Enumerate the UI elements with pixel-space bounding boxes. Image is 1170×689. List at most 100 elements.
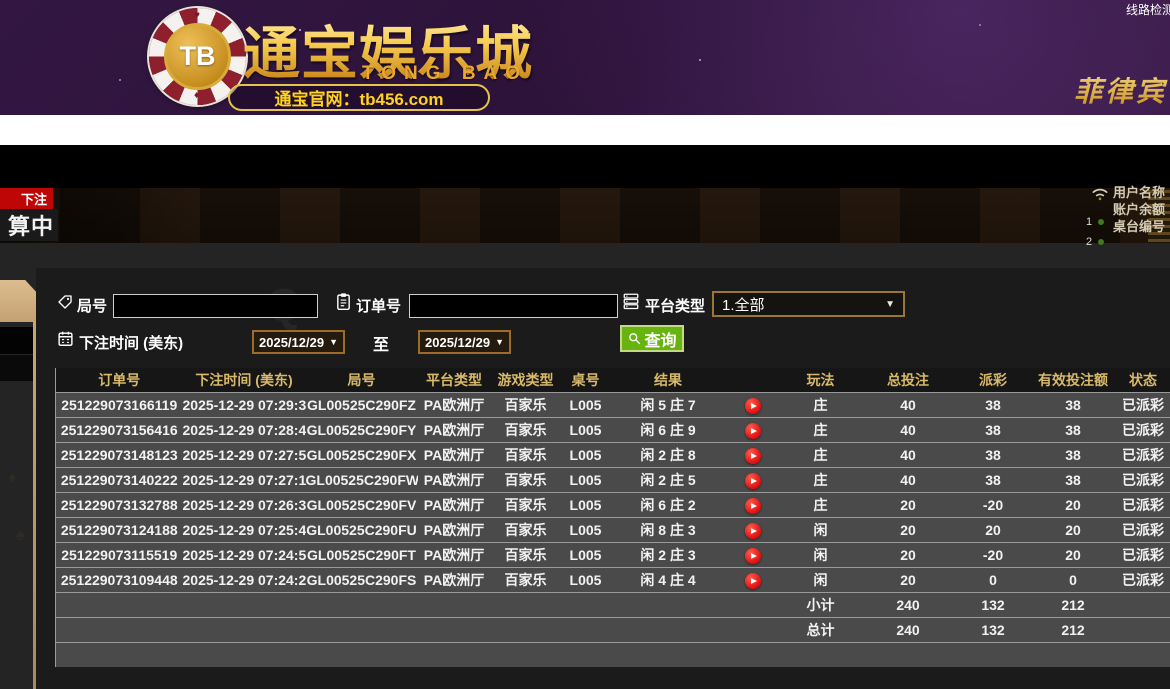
replay-button[interactable] — [745, 573, 761, 589]
summary-cell — [726, 617, 781, 642]
platform-label: 平台类型 — [645, 295, 705, 316]
cell-table-no: L005 — [561, 517, 611, 542]
platform-select[interactable]: 1.全部 ▼ — [712, 291, 905, 317]
cell-order-id: 251229073109448 — [56, 567, 183, 592]
chevron-down-icon: ▼ — [885, 299, 895, 310]
summary-cell — [726, 592, 781, 617]
line-check-link[interactable]: 线路检测 — [1126, 1, 1170, 18]
summary-cell: 132 — [956, 617, 1031, 642]
search-button[interactable]: 查询 — [620, 325, 684, 352]
cell-valid-bet: 38 — [1031, 392, 1116, 417]
cell-round-id: GL00525C290FZ — [306, 392, 418, 417]
diamond-suit-icon: ♦ — [194, 90, 199, 101]
tag-icon — [57, 294, 73, 315]
play-icon — [751, 403, 757, 409]
cell-replay — [726, 442, 781, 467]
cell-status: 已派彩 — [1116, 567, 1170, 592]
replay-button[interactable] — [745, 423, 761, 439]
summary-cell — [56, 592, 183, 617]
cell-bet-time: 2025-12-29 07:24:53 — [183, 542, 306, 567]
cell-bet-time: 2025-12-29 07:25:41 — [183, 517, 306, 542]
cell-valid-bet: 38 — [1031, 442, 1116, 467]
cell-round-id: GL00525C290FT — [306, 542, 418, 567]
round-input[interactable] — [113, 294, 318, 318]
cell-platform: PA欧洲厅 — [418, 517, 491, 542]
play-icon — [751, 428, 757, 434]
account-info-labels: 用户名称 账户余额 桌台编号 — [1113, 184, 1170, 235]
cell-play-type: 闲 — [781, 542, 861, 567]
replay-button[interactable] — [745, 473, 761, 489]
casino-background-strip — [0, 188, 1170, 243]
replay-button[interactable] — [745, 448, 761, 464]
round-label: 局号 — [77, 295, 107, 316]
summary-cell — [1116, 617, 1170, 642]
cell-platform: PA欧洲厅 — [418, 467, 491, 492]
summary-label: 总计 — [781, 617, 861, 642]
column-header: 订单号 — [56, 368, 183, 392]
marker-1: 1 — [1086, 216, 1092, 228]
chevron-down-icon: ▼ — [495, 337, 504, 347]
summary-cell — [491, 617, 561, 642]
play-icon — [751, 503, 757, 509]
column-header: 有效投注额 — [1031, 368, 1116, 392]
table-row: 2512290731094482025-12-29 07:24:20GL0052… — [56, 567, 1170, 592]
replay-button[interactable] — [745, 398, 761, 414]
order-input[interactable] — [409, 294, 618, 318]
cell-round-id: GL00525C290FX — [306, 442, 418, 467]
cell-order-id: 251229073156416 — [56, 417, 183, 442]
subtotal-row: 小计240132212 — [56, 592, 1170, 617]
platform-icon — [622, 292, 640, 315]
official-site-badge[interactable]: 通宝官网：tb456.com — [228, 84, 490, 111]
username-label: 用户名称 — [1113, 184, 1170, 201]
cell-round-id: GL00525C290FV — [306, 492, 418, 517]
column-header: 桌号 — [561, 368, 611, 392]
summary-cell: 212 — [1031, 617, 1116, 642]
summary-cell — [183, 617, 306, 642]
replay-button[interactable] — [745, 548, 761, 564]
table-filler — [56, 642, 1170, 667]
cell-table-no: L005 — [561, 467, 611, 492]
settling-text: 算中 — [0, 209, 58, 241]
cell-round-id: GL00525C290FU — [306, 517, 418, 542]
white-divider — [0, 115, 1170, 145]
cell-play-type: 庄 — [781, 392, 861, 417]
table-row: 2512290731155192025-12-29 07:24:53GL0052… — [56, 542, 1170, 567]
site-header: ♥ ♦ TB 通宝娱乐城 TONG BAO 通宝官网：tb456.com 线路检… — [0, 0, 1170, 115]
cell-game-type: 百家乐 — [491, 417, 561, 442]
column-header: 总投注 — [861, 368, 956, 392]
play-icon — [751, 478, 757, 484]
road-markers: 1 2 — [1086, 212, 1104, 252]
cell-order-id: 251229073124188 — [56, 517, 183, 542]
replay-button[interactable] — [745, 523, 761, 539]
sidebar-tab[interactable] — [0, 280, 36, 322]
summary-cell — [561, 617, 611, 642]
search-icon — [627, 331, 642, 346]
summary-cell — [611, 617, 726, 642]
chevron-down-icon: ▼ — [329, 337, 338, 347]
cell-payout: -20 — [956, 492, 1031, 517]
marker-2: 2 — [1086, 236, 1092, 248]
cell-total-bet: 20 — [861, 492, 956, 517]
cell-payout: 0 — [956, 567, 1031, 592]
cell-total-bet: 40 — [861, 442, 956, 467]
cell-total-bet: 40 — [861, 392, 956, 417]
cell-table-no: L005 — [561, 417, 611, 442]
cell-status: 已派彩 — [1116, 392, 1170, 417]
cell-replay — [726, 417, 781, 442]
brand-subtitle: TONG BAO — [362, 63, 528, 85]
cell-order-id: 251229073166119 — [56, 392, 183, 417]
cell-total-bet: 20 — [861, 517, 956, 542]
cell-status: 已派彩 — [1116, 442, 1170, 467]
cell-status: 已派彩 — [1116, 467, 1170, 492]
summary-cell — [1116, 592, 1170, 617]
summary-cell — [611, 592, 726, 617]
cell-bet-time: 2025-12-29 07:24:20 — [183, 567, 306, 592]
clipboard-icon — [335, 292, 352, 316]
cell-payout: 38 — [956, 442, 1031, 467]
summary-label: 小计 — [781, 592, 861, 617]
date-from-select[interactable]: 2025/12/29 ▼ — [252, 330, 345, 354]
column-header: 结果 — [611, 368, 726, 392]
date-to-select[interactable]: 2025/12/29 ▼ — [418, 330, 511, 354]
replay-button[interactable] — [745, 498, 761, 514]
cell-table-no: L005 — [561, 542, 611, 567]
